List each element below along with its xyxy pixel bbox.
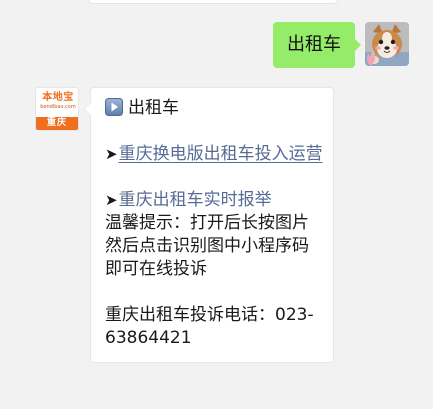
previous-message-card bbox=[88, 0, 338, 4]
tip-text: 温馨提示：打开后长按图片然后点击识别图中小程序码即可在线投诉 bbox=[105, 213, 309, 279]
user-avatar[interactable] bbox=[365, 22, 409, 66]
incoming-message-row: 本地宝 bendibao.com 重庆 出租车 ➤重庆换电版出租车投入运营 ➤重… bbox=[35, 87, 334, 363]
bendibao-avatar[interactable]: 本地宝 bendibao.com 重庆 bbox=[35, 87, 79, 131]
message-title-line: 出租车 bbox=[105, 97, 323, 120]
arrow-icon: ➤ bbox=[105, 191, 118, 209]
dog-avatar-icon bbox=[365, 22, 409, 66]
arrow-icon: ➤ bbox=[105, 145, 118, 163]
link-taxi-battery-swap[interactable]: 重庆换电版出租车投入运营 bbox=[119, 144, 323, 164]
message-title: 出租车 bbox=[128, 98, 179, 118]
link1-line: ➤重庆换电版出租车投入运营 bbox=[105, 143, 323, 166]
logo-main-text: 本地宝 bbox=[42, 92, 74, 103]
avatar-city-label: 重庆 bbox=[36, 117, 78, 130]
outgoing-message-bubble[interactable]: 出租车 bbox=[273, 22, 361, 68]
link-taxi-report[interactable]: 重庆出租车实时报举 bbox=[119, 190, 272, 210]
incoming-message-bubble: 出租车 ➤重庆换电版出租车投入运营 ➤重庆出租车实时报举 温馨提示：打开后长按图… bbox=[84, 87, 334, 363]
link2-line: ➤重庆出租车实时报举 bbox=[105, 189, 323, 212]
outgoing-message-row: 出租车 bbox=[273, 22, 409, 68]
bendibao-logo: 本地宝 bendibao.com bbox=[40, 92, 76, 116]
play-button-icon bbox=[105, 98, 123, 116]
outgoing-message-text: 出租车 bbox=[287, 34, 341, 55]
logo-sub-text: bendibao.com bbox=[40, 104, 76, 110]
complaint-phone-text: 重庆出租车投诉电话：023-63864421 bbox=[105, 305, 314, 348]
